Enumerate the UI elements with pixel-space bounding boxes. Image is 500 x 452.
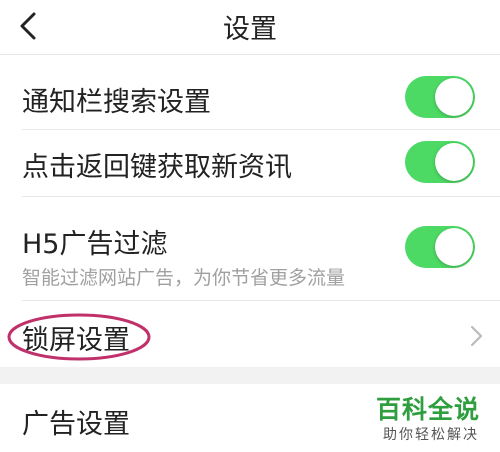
watermark-title: 百科全说 [376,395,481,424]
toggle-knob [435,78,473,116]
row-divider [22,300,500,301]
toggle-knob [435,143,473,181]
top-bar: 设置 [0,0,500,54]
setting-row-h5-ad-filter[interactable]: H5广告过滤 智能过滤网站广告，为你节省更多流量 [0,200,500,298]
section-gap [0,367,500,384]
setting-label: 点击返回键获取新资讯 [22,152,292,183]
setting-label: H5广告过滤 [22,229,168,260]
back-key-news-toggle[interactable] [405,141,475,183]
toggle-knob [435,228,473,266]
setting-row-notification-search[interactable]: 通知栏搜索设置 [0,68,500,126]
setting-description: 智能过滤网站广告，为你节省更多流量 [22,267,346,289]
row-divider [22,196,500,197]
chevron-right-icon [470,325,483,347]
setting-label: 广告设置 [22,409,130,440]
h5-ad-filter-toggle[interactable] [405,226,475,268]
page-title: 设置 [223,14,277,45]
row-divider [22,129,500,130]
header-divider [0,54,500,55]
watermark-subtitle: 助你轻松解决 [383,427,479,443]
setting-row-back-key-news[interactable]: 点击返回键获取新资讯 [0,132,500,192]
highlight-circle [7,313,151,361]
setting-label: 通知栏搜索设置 [22,87,211,118]
notification-search-toggle[interactable] [405,76,475,118]
